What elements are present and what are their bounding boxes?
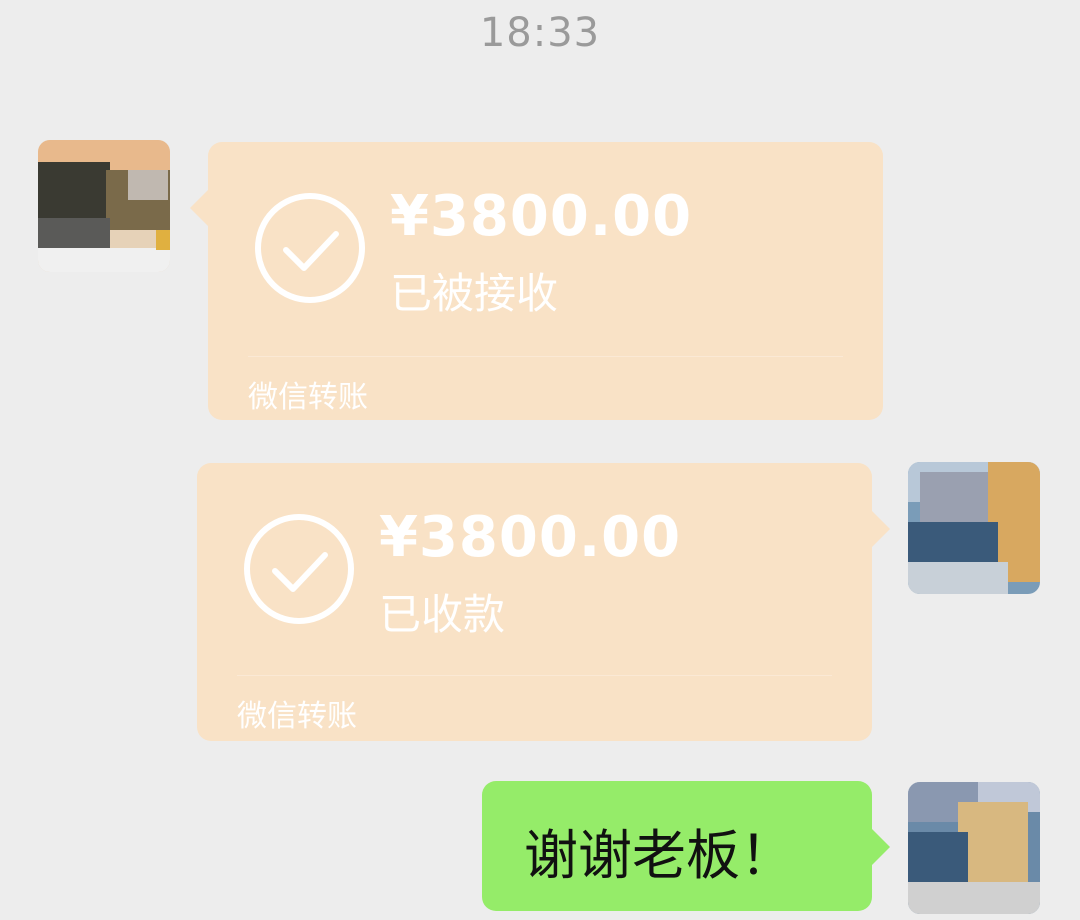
divider bbox=[237, 675, 832, 676]
bubble-tail bbox=[872, 829, 890, 865]
transfer-amount: ¥3800.00 bbox=[390, 184, 693, 249]
avatar-self[interactable] bbox=[908, 462, 1040, 594]
timestamp: 18:33 bbox=[479, 10, 601, 56]
bubble-tail bbox=[872, 511, 890, 547]
message-bubble-text[interactable]: 谢谢老板！ bbox=[482, 781, 890, 911]
transfer-card-collected[interactable]: ¥3800.00 已收款 微信转账 bbox=[197, 463, 890, 741]
transfer-footer-label: 微信转账 bbox=[237, 699, 357, 734]
check-circle-icon bbox=[255, 193, 365, 303]
check-circle-icon bbox=[244, 514, 354, 624]
transfer-status: 已被接收 bbox=[390, 269, 559, 318]
bubble-tail bbox=[190, 190, 208, 226]
transfer-amount: ¥3800.00 bbox=[379, 505, 682, 570]
avatar-self[interactable] bbox=[908, 782, 1040, 914]
transfer-status: 已收款 bbox=[379, 590, 506, 639]
divider bbox=[248, 356, 843, 357]
transfer-footer-label: 微信转账 bbox=[248, 380, 368, 415]
avatar-contact[interactable] bbox=[38, 140, 170, 272]
transfer-card-received[interactable]: ¥3800.00 已被接收 微信转账 bbox=[190, 142, 883, 420]
message-text: 谢谢老板！ bbox=[524, 824, 794, 887]
